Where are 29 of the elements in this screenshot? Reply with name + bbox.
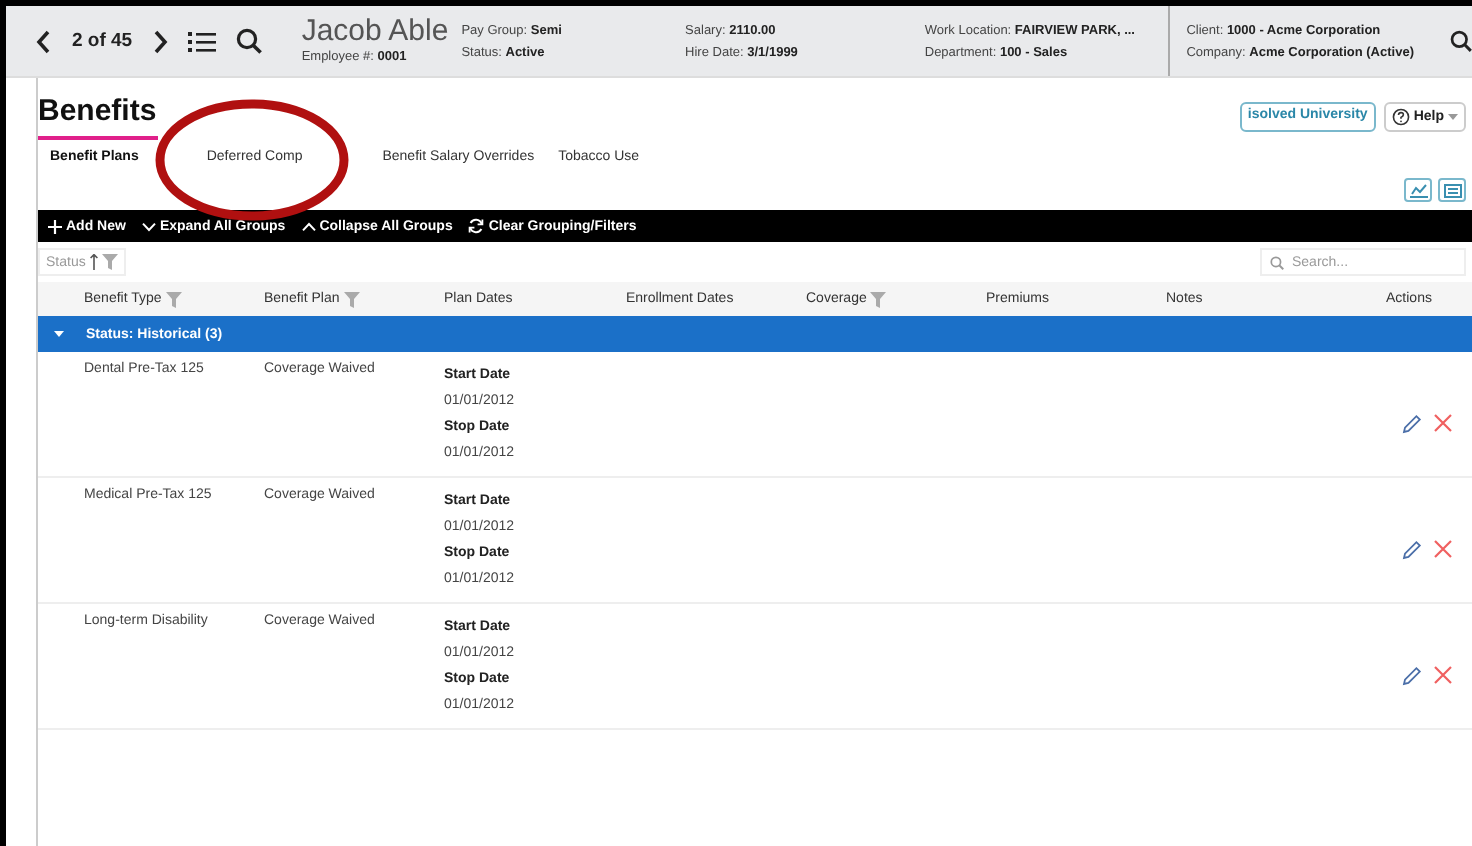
filter-icon	[870, 291, 887, 307]
search-icon[interactable]	[236, 28, 263, 54]
filter-icon	[343, 291, 360, 307]
next-icon[interactable]	[152, 29, 169, 53]
title-underline	[38, 136, 158, 140]
employee-name: Jacob Able	[301, 15, 451, 45]
caret-icon	[1448, 114, 1458, 120]
record-position: 2 of 45	[72, 30, 133, 52]
filter-icon	[101, 254, 118, 270]
plus-icon	[48, 219, 62, 233]
chart-view-button[interactable]	[1404, 178, 1432, 202]
page-title: Benefits	[38, 94, 158, 128]
previous-icon[interactable]	[36, 29, 52, 53]
pencil-icon[interactable]	[1402, 540, 1422, 560]
search-icon[interactable]	[1450, 30, 1472, 52]
list-icon[interactable]	[188, 29, 217, 53]
delete-icon[interactable]	[1434, 666, 1452, 684]
pencil-icon[interactable]	[1402, 414, 1422, 434]
card-view-button[interactable]	[1438, 178, 1466, 202]
search-icon	[1270, 256, 1284, 270]
filter-icon	[165, 291, 182, 307]
sort-up-icon	[89, 254, 98, 270]
chevron-up-icon	[301, 221, 316, 231]
delete-icon[interactable]	[1434, 414, 1452, 432]
refresh-icon	[468, 218, 485, 234]
help-icon	[1391, 108, 1410, 126]
pencil-icon[interactable]	[1402, 666, 1422, 686]
chevron-down-icon	[141, 221, 156, 231]
delete-icon[interactable]	[1434, 540, 1452, 558]
